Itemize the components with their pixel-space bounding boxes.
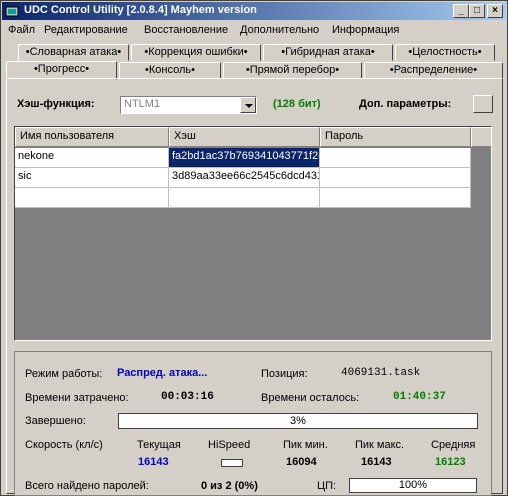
hash-function-value: NTLM1 [124,98,161,110]
speed-header-max: Пик макс. [355,439,405,451]
found-passwords-value: 0 из 2 (0%) [201,480,258,492]
table-cell[interactable] [320,168,471,188]
app-icon [5,6,19,17]
extra-params-label: Доп. параметры: [359,98,452,110]
tab-brute-force[interactable]: •Прямой перебор• [223,62,362,79]
table-cell[interactable]: sic [15,168,169,188]
position-label: Позиция: [261,368,308,380]
menu-info[interactable]: Информация [332,24,399,36]
remaining-label: Времени осталось: [261,392,360,404]
menu-bar: Файл Редактирование Восстановление Допол… [2,21,506,40]
column-header-filler [471,127,491,147]
maximize-button[interactable]: □ [469,4,485,18]
found-passwords-label: Всего найдено паролей: [25,480,149,492]
column-header-hash[interactable]: Хэш [169,127,320,147]
progress-value: 3% [290,415,306,427]
speed-header-average: Средняя [431,439,476,451]
mode-value: Распред. атака... [117,367,208,379]
speed-min-value: 16094 [286,456,317,468]
window-title: UDC Control Utility [2.0.8.4] Mayhem ver… [24,4,257,16]
table-cell[interactable]: fa2bd1ac37b769341043771f2e [169,148,320,168]
hash-function-select[interactable]: NTLM1 [120,96,257,114]
position-value: 4069131.task [341,367,421,379]
cpu-label: ЦП: [317,480,337,492]
table-cell[interactable] [15,188,169,208]
cpu-value: 100% [398,479,428,491]
speed-header-min: Пик мин. [283,439,328,451]
hispeed-indicator [221,459,243,467]
menu-additional[interactable]: Дополнительно [240,24,319,36]
table-cell[interactable] [320,148,471,168]
speed-header-hispeed: HiSpeed [208,439,251,451]
tab-dictionary-attack[interactable]: •Словарная атака• [18,44,129,61]
close-button[interactable]: × [487,4,503,18]
app-window: UDC Control Utility [2.0.8.4] Mayhem ver… [0,0,508,496]
tab-error-correction[interactable]: •Коррекция ошибки• [131,44,261,61]
tab-distribution[interactable]: •Распределение• [364,62,503,79]
column-header-username[interactable]: Имя пользователя [15,127,169,147]
elapsed-label: Времени затрачено: [25,392,129,404]
speed-max-value: 16143 [361,456,392,468]
column-header-password[interactable]: Пароль [320,127,471,147]
table-cell[interactable]: 3d89aa33ee66c2545c6dcd431 [169,168,320,188]
speed-current-value: 16143 [138,456,169,468]
menu-recovery[interactable]: Восстановление [144,24,228,36]
title-bar[interactable]: UDC Control Utility [2.0.8.4] Mayhem ver… [2,2,506,20]
chevron-down-icon[interactable] [240,97,256,113]
menu-file[interactable]: Файл [8,24,35,36]
table-cell[interactable] [320,188,471,208]
completed-label: Завершено: [25,415,86,427]
speed-average-value: 16123 [435,456,466,468]
hash-function-label: Хэш-функция: [17,98,95,110]
tab-console[interactable]: •Консоль• [119,62,221,79]
table-cell[interactable] [169,188,320,208]
remaining-value: 01:40:37 [393,391,446,403]
hash-bits-label: (128 бит) [273,98,321,110]
table-cell[interactable]: nekone [15,148,169,168]
cpu-meter: 100% [349,478,477,493]
tab-integrity[interactable]: •Целостность• [395,44,495,61]
extra-params-button[interactable] [473,95,493,113]
mode-label: Режим работы: [25,368,103,380]
progress-bar: 3% [118,413,478,429]
tab-hybrid-attack[interactable]: •Гибридная атака• [263,44,393,61]
minimize-button[interactable]: _ [453,4,469,18]
hash-table[interactable]: Имя пользователя Хэш Пароль nekone fa2bd… [14,126,492,341]
elapsed-value: 00:03:16 [161,391,214,403]
speed-header-current: Текущая [137,439,181,451]
menu-edit[interactable]: Редактирование [44,24,128,36]
speed-label: Скорость (кл/с) [25,439,103,451]
